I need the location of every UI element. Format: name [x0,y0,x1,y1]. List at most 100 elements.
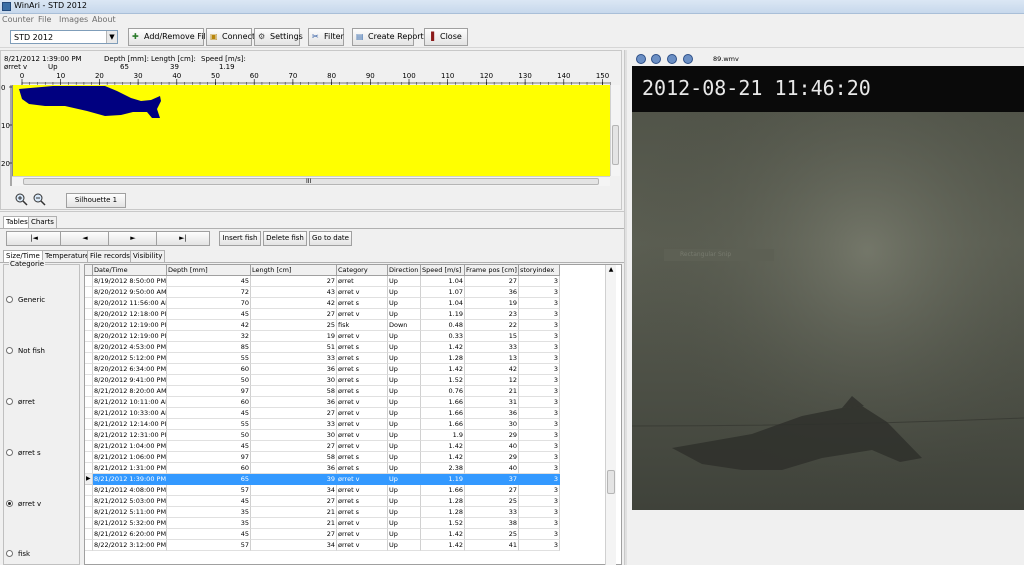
fish-records-table[interactable]: Date/Time Depth [mm] Length [cm] Category Di… [84,264,622,565]
row-selector[interactable] [85,485,93,496]
radio-not-fish[interactable]: Not fish [6,347,45,355]
row-selector[interactable] [85,353,93,364]
row-selector[interactable] [85,529,93,540]
radio-generic[interactable]: Generic [6,296,45,304]
table-scroll-thumb[interactable] [607,470,615,494]
silhouette-1-button[interactable]: Silhouette 1 [66,193,126,208]
row-selector[interactable] [85,386,93,397]
row-selector[interactable] [85,265,93,276]
table-row[interactable]: 8/21/2012 1:06:00 PM 97 58 ørret s Up 1.42 29 3 [85,452,560,463]
next-record-button[interactable]: ► [108,231,158,246]
silhouette-horizontal-scrollbar[interactable]: III [12,176,610,186]
table-vertical-scrollbar[interactable]: ▲ [605,265,616,565]
radio-orret-s[interactable]: ørret s [6,449,41,457]
horizontal-scroll-thumb[interactable]: III [23,178,599,185]
column-header[interactable]: Category [337,265,388,276]
row-selector[interactable] [85,408,93,419]
column-header[interactable]: Direction [388,265,421,276]
table-row[interactable]: 8/21/2012 4:08:00 PM 57 34 ørret v Up 1.66 27 3 [85,485,560,496]
scroll-up-icon[interactable]: ▲ [606,265,616,275]
row-selector[interactable] [85,276,93,287]
tab-charts[interactable]: Charts [28,216,57,228]
table-row[interactable]: 8/21/2012 12:14:00 PM 55 33 ørret v Up 1.66 30… [85,419,560,430]
table-row[interactable]: 8/21/2012 5:32:00 PM 35 21 ørret v Up 1.52 38 3 [85,518,560,529]
row-selector[interactable] [85,496,93,507]
vertical-scroll-thumb[interactable] [612,125,619,165]
radio-orret[interactable]: ørret [6,398,35,406]
row-selector[interactable] [85,298,93,309]
radio-fisk[interactable]: fisk [6,550,30,558]
tab-tables[interactable]: Tables [3,216,31,228]
row-selector[interactable] [85,540,93,551]
close-button[interactable]: ▐ Close [424,28,468,46]
radio-orret-v[interactable]: ørret v [6,500,41,508]
row-selector[interactable] [85,309,93,320]
stop-icon[interactable] [667,54,677,64]
table-row[interactable]: ▶ 8/21/2012 1:39:00 PM 65 39 ørret v Up 1.19 37… [85,474,560,485]
silhouette-vertical-scrollbar[interactable] [610,85,620,176]
table-row[interactable]: 8/21/2012 6:20:00 PM 45 27 ørret v Up 1.42 25 3 [85,529,560,540]
tab-visibility[interactable]: Visibility [130,250,166,262]
menu-file[interactable]: File [38,15,51,24]
table-row[interactable]: 8/20/2012 6:34:00 PM 60 36 ørret s Up 1.42 42 3 [85,364,560,375]
zoom-out-button[interactable] [32,192,46,206]
table-row[interactable]: 8/21/2012 1:31:00 PM 60 36 ørret s Up 2.38 40 3 [85,463,560,474]
go-to-date-button[interactable]: Go to date [309,231,352,246]
table-row[interactable]: 8/20/2012 12:18:00 PM 45 27 ørret v Up 1.19 23… [85,309,560,320]
pause-icon[interactable] [651,54,661,64]
row-selector[interactable] [85,452,93,463]
delete-fish-button[interactable]: Delete fish [263,231,307,246]
table-row[interactable]: 8/20/2012 9:41:00 PM 50 30 ørret s Up 1.52 12 3 [85,375,560,386]
settings-button[interactable]: ⚙ Settings [254,28,303,46]
row-selector[interactable] [85,419,93,430]
table-row[interactable]: 8/20/2012 12:19:00 PM 32 19 ørret v Up 0.33 15… [85,331,560,342]
menu-about[interactable]: About [92,15,116,24]
row-selector[interactable] [85,397,93,408]
table-row[interactable]: 8/19/2012 8:50:00 PM 45 27 ørret Up 1.04 27 3 [85,276,560,287]
filter-button[interactable]: ✂ Filter [308,28,344,46]
row-selector[interactable] [85,430,93,441]
add-remove-files-button[interactable]: ✚ Add/Remove Files [128,28,215,46]
connect-button[interactable]: ▣ Connect [206,28,255,46]
row-selector[interactable] [85,375,93,386]
row-selector[interactable] [85,463,93,474]
table-row[interactable]: 8/21/2012 5:11:00 PM 35 21 ørret s Up 1.28 33 3 [85,507,560,518]
column-header[interactable]: Speed [m/s] [421,265,465,276]
row-selector[interactable] [85,364,93,375]
row-selector[interactable] [85,342,93,353]
table-row[interactable]: 8/21/2012 10:33:00 AM 45 27 ørret v Up 1.66 36… [85,408,560,419]
table-header-row[interactable]: Date/Time Depth [mm] Length [cm] Category Di… [85,265,560,276]
zoom-in-button[interactable] [14,192,28,206]
table-row[interactable]: 8/22/2012 3:12:00 PM 57 34 ørret v Up 1.42 41 3 [85,540,560,551]
row-selector[interactable] [85,320,93,331]
tab-file-records[interactable]: File records [87,250,133,262]
row-selector[interactable] [85,441,93,452]
last-record-button[interactable]: ►| [156,231,210,246]
create-report-button[interactable]: ▤ Create Report [352,28,424,46]
table-row[interactable]: 8/21/2012 8:20:00 AM 97 58 ørret s Up 0.76 21 3 [85,386,560,397]
table-row[interactable]: 8/21/2012 5:03:00 PM 45 27 ørret s Up 1.28 25 3 [85,496,560,507]
prev-record-button[interactable]: ◄ [60,231,110,246]
row-selector[interactable] [85,507,93,518]
column-header[interactable]: Frame pos [cm] [465,265,519,276]
chevron-down-icon[interactable]: ▼ [106,31,117,43]
column-header[interactable]: Date/Time [93,265,167,276]
counter-select[interactable]: STD 2012 ▼ [10,30,118,44]
table-row[interactable]: 8/21/2012 1:04:00 PM 45 27 ørret v Up 1.42 40 3 [85,441,560,452]
insert-fish-button[interactable]: Insert fish [219,231,261,246]
column-header[interactable]: storyindex [519,265,560,276]
current-row-arrow-icon[interactable]: ▶ [85,474,93,485]
menu-counter[interactable]: Counter [2,15,34,24]
row-selector[interactable] [85,331,93,342]
menu-images[interactable]: Images [59,15,88,24]
first-record-button[interactable]: |◄ [6,231,62,246]
table-row[interactable]: 8/20/2012 4:53:00 PM 85 51 ørret s Up 1.42 33 3 [85,342,560,353]
table-row[interactable]: 8/20/2012 5:12:00 PM 55 33 ørret s Up 1.28 13 3 [85,353,560,364]
play-icon[interactable] [636,54,646,64]
table-row[interactable]: 8/20/2012 11:56:00 AM 70 42 ørret s Up 1.04 19… [85,298,560,309]
table-row[interactable]: 8/20/2012 12:19:00 PM 42 25 fisk Down 0.48 22 3 [85,320,560,331]
table-row[interactable]: 8/20/2012 9:50:00 AM 72 43 ørret v Up 1.07 36 3 [85,287,560,298]
tab-temperature[interactable]: Temperature [42,250,93,262]
help-icon[interactable] [683,54,693,64]
column-header[interactable]: Length [cm] [251,265,337,276]
